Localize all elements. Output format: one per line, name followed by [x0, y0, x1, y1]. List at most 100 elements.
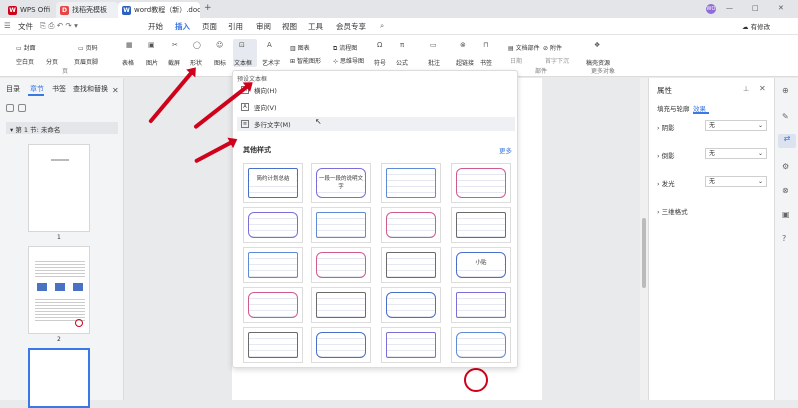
date-button[interactable]: 日期	[510, 56, 522, 65]
tab-chapter[interactable]: 章节	[30, 84, 44, 94]
tab-view[interactable]: 视图	[282, 21, 297, 32]
page-thumbnail-2[interactable]	[28, 246, 90, 334]
tab-find-replace[interactable]: 查找和替换	[73, 84, 108, 94]
option-vertical[interactable]: A 竖向(V)	[237, 100, 515, 114]
template-card[interactable]	[243, 247, 303, 283]
glow-select[interactable]: 无 ⌄	[705, 176, 767, 187]
add-tab-button[interactable]: +	[204, 3, 212, 13]
cover-button[interactable]: ▭ 封面	[16, 43, 36, 52]
smart-graphic-button[interactable]: ⊞ 智能图形	[290, 56, 321, 65]
page-thumbnail-3[interactable]	[28, 348, 90, 408]
template-card[interactable]	[381, 163, 441, 203]
style-icon[interactable]: ⊕	[782, 86, 789, 95]
page-thumbnail-1[interactable]	[28, 144, 90, 232]
tab-member[interactable]: 会员专享	[336, 21, 366, 32]
template-card[interactable]	[381, 207, 441, 243]
template-card[interactable]	[381, 287, 441, 323]
template-card[interactable]	[243, 207, 303, 243]
doc-parts-button[interactable]: ▤ 文档部件	[508, 43, 540, 52]
template-card[interactable]: 小贴	[451, 247, 511, 283]
tab-word-doc[interactable]: W word教程（新）.docx ✕	[118, 2, 200, 18]
shadow-select[interactable]: 无 ⌄	[705, 120, 767, 131]
page-number-button[interactable]: ▭ 页码	[78, 43, 98, 52]
hamburger-icon[interactable]: ☰	[4, 21, 11, 30]
option-multiline[interactable]: ≡ 多行文字(M)	[237, 117, 515, 131]
tab-bookmarks[interactable]: 书签	[52, 84, 66, 94]
option-horizontal[interactable]: A 横向(H)	[237, 83, 515, 97]
link-icon[interactable]: ⊗	[782, 186, 789, 195]
close-pane-icon[interactable]: ✕	[112, 86, 119, 95]
more-link[interactable]: 更多	[499, 145, 512, 155]
header-footer-button[interactable]: 页眉页脚	[74, 57, 98, 66]
formula-button[interactable]: 公式	[396, 58, 408, 67]
scrollbar-thumb[interactable]	[642, 218, 646, 288]
template-card[interactable]: 一段一段的说明文字	[311, 163, 371, 203]
template-card[interactable]	[451, 207, 511, 243]
template-card[interactable]	[451, 327, 511, 363]
vertical-scrollbar[interactable]	[640, 78, 648, 400]
avatar[interactable]: WO	[706, 4, 716, 14]
search-icon[interactable]: ⌕	[380, 21, 384, 31]
picture-button[interactable]: 图片	[146, 58, 158, 67]
template-card[interactable]	[311, 287, 371, 323]
wordart-button[interactable]: 艺术字	[262, 58, 280, 67]
edit-icon[interactable]: ✎	[782, 112, 789, 121]
close-pane-icon[interactable]: ✕	[759, 84, 766, 93]
collapse-all-icon[interactable]	[6, 104, 14, 112]
thumb-diagram-box	[37, 283, 47, 291]
bookmark-button[interactable]: 书签	[480, 58, 492, 67]
settings-icon[interactable]: ⚙	[782, 162, 789, 171]
reflection-select[interactable]: 无 ⌄	[705, 148, 767, 159]
tab-fill-outline[interactable]: 填充与轮廓	[657, 103, 690, 113]
section-header[interactable]: ▾ 第 1 节: 未命名	[6, 122, 118, 134]
tab-toc[interactable]: 目录	[6, 84, 20, 94]
chart-button[interactable]: ▥ 图表	[290, 43, 310, 52]
template-card[interactable]	[381, 247, 441, 283]
template-card[interactable]: 简约计划总结	[243, 163, 303, 203]
attachment-button[interactable]: ⊘ 附件	[543, 43, 562, 52]
tab-start[interactable]: 开始	[148, 21, 163, 32]
template-card[interactable]	[243, 327, 303, 363]
template-card[interactable]	[451, 287, 511, 323]
help-icon[interactable]: ?	[782, 234, 786, 243]
template-card[interactable]	[311, 327, 371, 363]
tab-label: word教程（新）.docx	[134, 6, 200, 14]
blank-page-button[interactable]: 空白页	[16, 57, 34, 66]
comment-button[interactable]: 批注	[428, 58, 440, 67]
hyperlink-button[interactable]: 超链接	[456, 58, 474, 67]
template-card[interactable]	[243, 287, 303, 323]
tab-tools[interactable]: 工具	[308, 21, 323, 32]
page-break-button[interactable]: 分页	[46, 57, 58, 66]
maximize-button[interactable]: □	[752, 4, 759, 12]
tab-insert[interactable]: 插入	[175, 21, 190, 32]
file-menu[interactable]: 文件	[18, 21, 33, 32]
minimize-button[interactable]: —	[726, 4, 733, 12]
flowchart-button[interactable]: ⧉ 流程图	[333, 43, 357, 53]
template-frame	[456, 332, 506, 358]
table-button[interactable]: 表格	[122, 58, 134, 67]
toolbar-quick-icons[interactable]: ⎘ ⎙ ↶ ↷ ▾	[40, 21, 78, 31]
template-card[interactable]	[381, 327, 441, 363]
symbol-button[interactable]: 符号	[374, 58, 386, 67]
tab-wps-office[interactable]: W WPS Office	[4, 2, 50, 18]
tab-reference[interactable]: 引用	[228, 21, 243, 32]
pin-icon[interactable]: ⊥	[743, 85, 749, 93]
drop-cap-button[interactable]: 首字下沉	[545, 56, 569, 65]
properties-icon[interactable]: ⇄	[778, 134, 796, 148]
cloud-status[interactable]: ☁ 有修改	[742, 21, 770, 31]
expand-all-icon[interactable]	[18, 104, 26, 112]
icons-button[interactable]: 图标	[214, 58, 226, 67]
tab-review[interactable]: 审阅	[256, 21, 271, 32]
close-window-button[interactable]: ✕	[778, 4, 784, 12]
mindmap-button[interactable]: ⊹ 思维导图	[333, 56, 364, 65]
template-card[interactable]	[451, 163, 511, 203]
textbox-button[interactable]: 文本框	[234, 58, 252, 67]
template-card[interactable]	[311, 247, 371, 283]
tab-daoke[interactable]: D 找稻壳模板	[56, 2, 118, 18]
symbol-label: 符号	[374, 60, 387, 67]
tab-page[interactable]: 页面	[202, 21, 217, 32]
image-icon[interactable]: ▣	[782, 210, 790, 219]
3d-format-label[interactable]: › 三维格式	[657, 206, 688, 216]
screenshot-button[interactable]: 截屏	[168, 58, 180, 67]
template-card[interactable]	[311, 207, 371, 243]
